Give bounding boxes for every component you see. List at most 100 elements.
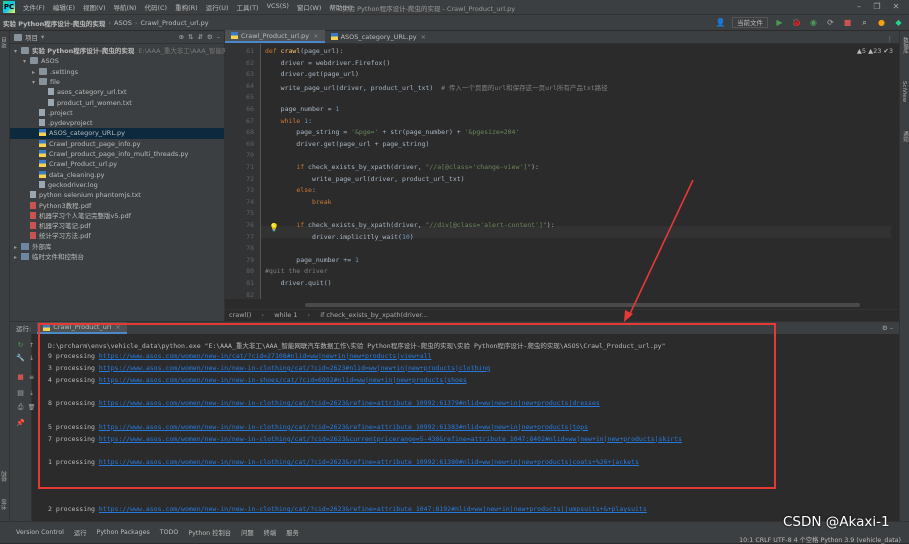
- trash-icon[interactable]: 🗑: [26, 402, 37, 413]
- code-line[interactable]: break: [265, 198, 332, 206]
- gear-icon[interactable]: ⚙: [207, 33, 213, 41]
- tab-asos-category-url[interactable]: ASOS_category_URL.py ×: [325, 30, 432, 43]
- menu-item[interactable]: 文件(F): [19, 2, 49, 12]
- tree-item[interactable]: .project: [10, 108, 224, 118]
- python-packages-tool[interactable]: Python Packages: [97, 529, 150, 536]
- code-line[interactable]: #quit the driver: [265, 267, 328, 275]
- menu-item[interactable]: 导航(N): [110, 2, 141, 12]
- collapse-all-icon[interactable]: ⇵: [197, 33, 202, 41]
- bookmarks-tool-tab[interactable]: 书签: [1, 499, 9, 510]
- code-line[interactable]: driver.get(page_url): [265, 70, 359, 78]
- structure-tool-tab[interactable]: 结构: [1, 471, 9, 482]
- tree-item[interactable]: Crawl_product_page_info_multi_threads.py: [10, 149, 224, 159]
- tab-crawl-product-url[interactable]: Crawl_Product_url.py ×: [225, 30, 325, 43]
- run-icon[interactable]: ▶: [774, 17, 785, 28]
- menu-item[interactable]: 重构(R): [171, 2, 202, 12]
- expand-all-icon[interactable]: ⇅: [188, 33, 193, 41]
- terminal-tool[interactable]: 终端: [264, 528, 277, 537]
- tree-item[interactable]: geckodriver.log: [10, 180, 224, 190]
- todo-tool[interactable]: TODO: [160, 529, 179, 536]
- tree-item[interactable]: ▾ file: [10, 77, 224, 87]
- sciview-tool-tab[interactable]: SciView: [901, 81, 907, 102]
- menu-item[interactable]: 工具(T): [233, 2, 263, 12]
- code-line[interactable]: page_number += 1: [265, 256, 359, 264]
- debug-icon[interactable]: 🐞: [791, 17, 802, 28]
- project-tool-tab[interactable]: 项目: [1, 37, 9, 48]
- soft-wrap-icon[interactable]: ≡: [26, 372, 37, 383]
- tree-item[interactable]: data_cleaning.py: [10, 170, 224, 180]
- tree-item[interactable]: ▸ 临时文件和控制台: [10, 252, 224, 262]
- chevron-down-icon[interactable]: ▾: [41, 33, 44, 41]
- code-line[interactable]: write_page_url(driver, product_url_txt): [265, 175, 465, 183]
- hide-icon[interactable]: –: [890, 324, 893, 332]
- breadcrumb-function[interactable]: crawl(): [229, 311, 251, 319]
- python-console-tool[interactable]: Python 控制台: [188, 528, 231, 537]
- tree-item[interactable]: ASOS_category_URL.py: [10, 128, 224, 139]
- console-link[interactable]: https://www.asos.com/women/new-in/new-in…: [99, 505, 647, 513]
- profile-icon[interactable]: ⟳: [825, 17, 836, 28]
- code-line[interactable]: driver.implicitly_wait(10): [265, 233, 414, 241]
- tree-item[interactable]: .pydevproject: [10, 118, 224, 128]
- minimize-icon[interactable]: –: [850, 1, 868, 13]
- breadcrumb-project[interactable]: 实验 Python程序设计-爬虫的实现: [0, 18, 108, 28]
- layout-icon[interactable]: ▤: [15, 388, 26, 399]
- hide-icon[interactable]: –: [217, 33, 220, 41]
- code-line[interactable]: while 1:: [265, 117, 312, 125]
- menu-item[interactable]: VCS(S): [263, 2, 293, 12]
- tree-item[interactable]: product_url_women.txt: [10, 98, 224, 108]
- breadcrumb-condition[interactable]: if check_exists_by_xpath(driver...: [320, 311, 428, 319]
- tree-item[interactable]: Crawl_product_page_info.py: [10, 139, 224, 149]
- wrench-icon[interactable]: 🔧: [15, 353, 26, 364]
- menu-item[interactable]: 窗口(W): [293, 2, 326, 12]
- lightbulb-icon[interactable]: 💡: [269, 223, 279, 232]
- project-panel-title[interactable]: 项目: [25, 32, 38, 42]
- code-line[interactable]: if check_exists_by_xpath(driver, "//a[@c…: [265, 163, 539, 171]
- pin-icon[interactable]: 📌: [15, 418, 26, 429]
- code-line[interactable]: driver = webdriver.Firefox(): [265, 59, 391, 67]
- rerun-icon[interactable]: ↻: [15, 340, 26, 351]
- coverage-icon[interactable]: ◉: [808, 17, 819, 28]
- close-tab-icon[interactable]: ×: [313, 32, 318, 40]
- version-control-tool[interactable]: Version Control: [16, 529, 64, 536]
- inspection-widget[interactable]: ▲5 ▲23 ✔3: [857, 47, 893, 55]
- stop-icon[interactable]: ■: [15, 372, 26, 383]
- tree-item[interactable]: ▸ .settings: [10, 67, 224, 77]
- update-icon[interactable]: ●: [876, 17, 887, 28]
- menu-item[interactable]: 运行(U): [202, 2, 233, 12]
- problems-tool[interactable]: 问题: [241, 528, 254, 537]
- breadcrumb-loop[interactable]: while 1: [274, 311, 297, 319]
- tree-item[interactable]: 统计学习方法.pdf: [10, 231, 224, 241]
- code-line[interactable]: page_number = 1: [265, 105, 340, 113]
- horizontal-scrollbar[interactable]: [305, 303, 860, 307]
- code-line[interactable]: def crawl(page_url):: [265, 47, 343, 55]
- code-line[interactable]: if check_exists_by_xpath(driver, "//div[…: [265, 221, 554, 229]
- maximize-icon[interactable]: ❐: [868, 1, 886, 13]
- database-tool-tab[interactable]: 数据库: [901, 37, 909, 54]
- locate-icon[interactable]: ⊕: [179, 33, 184, 41]
- scroll-up-icon[interactable]: ↑: [26, 340, 37, 351]
- tree-item[interactable]: 机器学习笔记.pdf: [10, 221, 224, 231]
- tree-item[interactable]: Crawl_Product_url.py: [10, 159, 224, 169]
- code-line[interactable]: write_page_url(driver, product_url_txt) …: [265, 82, 608, 92]
- run-tool[interactable]: 运行: [74, 528, 87, 537]
- menu-item[interactable]: 代码(C): [140, 2, 171, 12]
- tree-item[interactable]: ▸ 外部库: [10, 242, 224, 252]
- tree-item[interactable]: Python3教程.pdf: [10, 201, 224, 211]
- scroll-end-icon[interactable]: ⇣: [26, 388, 37, 399]
- close-icon[interactable]: ✕: [887, 1, 905, 13]
- services-tool[interactable]: 服务: [286, 528, 299, 537]
- tree-item[interactable]: ▾ 实验 Python程序设计-爬虫的实现 E:\AAA_重大非工\AAA_智能网: [10, 46, 229, 56]
- menu-item[interactable]: 编辑(E): [49, 2, 79, 12]
- breadcrumb-folder[interactable]: ASOS: [111, 19, 135, 27]
- scroll-down-icon[interactable]: ↓: [26, 353, 37, 364]
- search-icon[interactable]: ⌕: [859, 17, 870, 28]
- code-line[interactable]: page_string = '&pge=' + str(page_number)…: [265, 128, 519, 136]
- tree-item[interactable]: ▾ ASOS: [10, 56, 224, 66]
- tree-item[interactable]: asos_category_url.txt: [10, 87, 224, 97]
- code-line[interactable]: else:: [265, 186, 316, 194]
- close-tab-icon[interactable]: ×: [421, 33, 426, 41]
- user-icon[interactable]: 👤: [715, 17, 726, 28]
- more-tabs-icon[interactable]: ⋮: [887, 35, 900, 43]
- tree-item[interactable]: 机器学习个人笔记完整版v5.pdf: [10, 211, 224, 221]
- print-icon[interactable]: ⎙: [15, 402, 26, 413]
